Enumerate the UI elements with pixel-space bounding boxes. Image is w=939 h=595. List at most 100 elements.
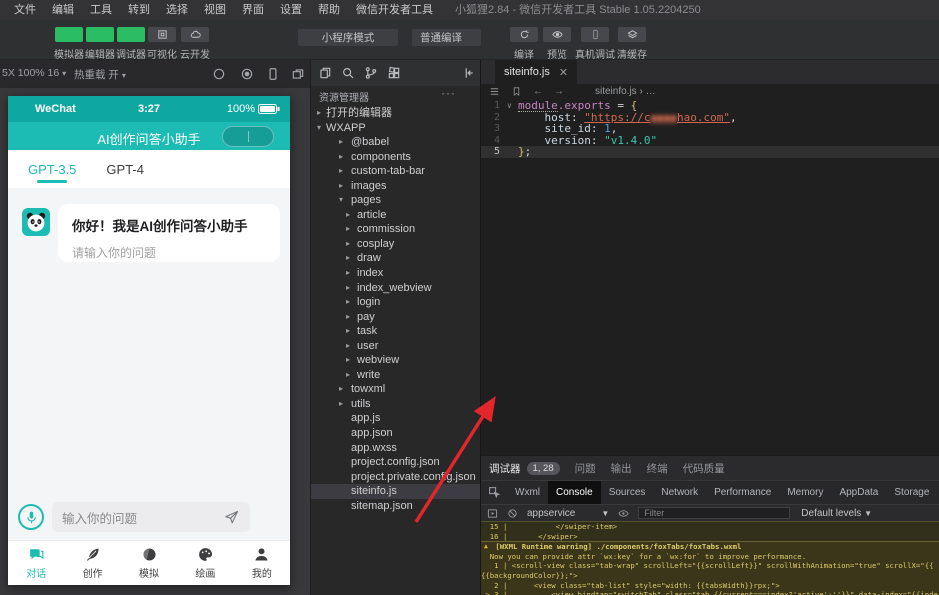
devtools-tab-console[interactable]: Console — [548, 481, 601, 504]
record-button[interactable] — [240, 67, 254, 81]
context-dropdown[interactable]: appservice▼ — [527, 508, 609, 519]
menu-item[interactable]: 微信开发者工具 — [348, 0, 441, 20]
phone-button[interactable] — [266, 67, 280, 81]
tree-item-pages[interactable]: ▾pages — [311, 193, 480, 208]
circle-button[interactable] — [212, 67, 226, 81]
bookmark-icon[interactable] — [511, 86, 522, 97]
tree-item-pay[interactable]: ▸pay — [311, 310, 480, 325]
menu-item[interactable]: 文件 — [6, 0, 44, 20]
tabbar-item[interactable]: 对话 — [8, 541, 64, 585]
menu-item[interactable]: 视图 — [196, 0, 234, 20]
tree-item-login[interactable]: ▸login — [311, 295, 480, 310]
debugger-tab-item[interactable]: 问题 — [575, 461, 596, 476]
nav-back-icon[interactable]: ← — [533, 86, 543, 97]
devtools-tab-performance[interactable]: Performance — [706, 481, 779, 504]
debugger-tab-item[interactable]: 代码质量 — [683, 461, 725, 476]
toolbar-toggle-3[interactable] — [117, 27, 145, 42]
tree-item-sitemap.json[interactable]: sitemap.json — [311, 499, 480, 514]
files-icon[interactable] — [318, 66, 332, 80]
clear-console-icon[interactable] — [507, 508, 518, 519]
tree-item-project.config.json[interactable]: project.config.json — [311, 455, 480, 470]
menu-item[interactable]: 工具 — [82, 0, 120, 20]
eye-icon[interactable] — [618, 508, 629, 519]
list-icon[interactable] — [489, 86, 500, 97]
tree-item-commission[interactable]: ▸commission — [311, 222, 480, 237]
model-tab-gpt-3.5[interactable]: GPT-3.5 — [28, 150, 76, 188]
tree-item-images[interactable]: ▸images — [311, 179, 480, 194]
search-icon[interactable] — [341, 66, 355, 80]
tree-item-towxml[interactable]: ▸towxml — [311, 382, 480, 397]
toolbar-action-3[interactable] — [581, 27, 609, 42]
toolbar-action-4[interactable] — [618, 27, 646, 42]
toolbar-toggle-1[interactable] — [55, 27, 83, 42]
voice-input-button[interactable] — [18, 504, 44, 530]
tree-item-user[interactable]: ▸user — [311, 339, 480, 354]
fold-icon[interactable]: ∨ — [507, 100, 518, 112]
tree-item-cosplay[interactable]: ▸cosplay — [311, 237, 480, 252]
tree-item-app.js[interactable]: app.js — [311, 411, 480, 426]
console-filter-input[interactable] — [638, 507, 790, 519]
more-actions-icon[interactable]: ··· — [441, 86, 456, 100]
miniprogram-capsule-menu[interactable] — [222, 126, 274, 147]
tree-item-write[interactable]: ▸write — [311, 368, 480, 383]
tree-item-custom-tab-bar[interactable]: ▸custom-tab-bar — [311, 164, 480, 179]
log-levels-dropdown[interactable]: Default levels ▼ — [801, 508, 872, 519]
menu-item[interactable]: 设置 — [272, 0, 310, 20]
toolbar-toggle-5[interactable] — [181, 27, 209, 42]
tree-item-utils[interactable]: ▸utils — [311, 397, 480, 412]
breadcrumb[interactable]: siteinfo.js › … — [595, 86, 656, 97]
nav-forward-icon[interactable]: → — [554, 86, 564, 97]
toolbar-toggle-4[interactable] — [148, 27, 176, 42]
tree-item-draw[interactable]: ▸draw — [311, 251, 480, 266]
debugger-tab-item[interactable]: 终端 — [647, 461, 668, 476]
menu-item[interactable]: 转到 — [120, 0, 158, 20]
tree-item-index[interactable]: ▸index — [311, 266, 480, 281]
code-editor[interactable]: 1∨module.exports = {2 host: "https://c◼◼… — [481, 100, 939, 158]
toolbar-action-1[interactable] — [510, 27, 538, 42]
close-icon[interactable]: ✕ — [559, 66, 568, 79]
tree-item-WXAPP[interactable]: ▾WXAPP — [311, 121, 480, 136]
question-input[interactable]: 输入你的问题 — [52, 502, 250, 532]
tree-item-components[interactable]: ▸components — [311, 150, 480, 165]
devtools-tab-appdata[interactable]: AppData — [831, 481, 886, 504]
tree-item-article[interactable]: ▸article — [311, 208, 480, 223]
tree-item-app.wxss[interactable]: app.wxss — [311, 441, 480, 456]
send-icon[interactable] — [223, 509, 240, 526]
devtools-tab-storage[interactable]: Storage — [886, 481, 937, 504]
source-control-icon[interactable] — [364, 66, 378, 80]
tabbar-item[interactable]: 创作 — [64, 541, 120, 585]
hot-reload-dropdown[interactable]: 热重载 开 ▾ — [74, 67, 126, 82]
toolbar-action-2[interactable] — [543, 27, 571, 42]
tree-item-task[interactable]: ▸task — [311, 324, 480, 339]
extensions-icon[interactable] — [387, 66, 401, 80]
tree-item-@babel[interactable]: ▸@babel — [311, 135, 480, 150]
model-tab-gpt-4[interactable]: GPT-4 — [106, 150, 144, 188]
menu-item[interactable]: 编辑 — [44, 0, 82, 20]
tree-item-webview[interactable]: ▸webview — [311, 353, 480, 368]
zoom-level-dropdown[interactable]: 5X 100% 16 ▾ — [2, 67, 66, 79]
tabbar-item[interactable]: 模拟 — [121, 541, 177, 585]
top-frame-icon[interactable] — [487, 508, 498, 519]
mode-dropdown[interactable]: 小程序模式 — [298, 29, 398, 46]
devtools-tab-sources[interactable]: Sources — [601, 481, 654, 504]
tree-item-project.private.config.json[interactable]: project.private.config.json — [311, 470, 480, 485]
tree-item-[interactable]: ▸打开的编辑器 — [311, 106, 480, 121]
tree-item-siteinfo.js[interactable]: siteinfo.js — [311, 484, 480, 499]
devtools-tab-network[interactable]: Network — [653, 481, 706, 504]
compile-config-dropdown[interactable]: 普通编译 — [412, 29, 481, 46]
tree-item-app.json[interactable]: app.json — [311, 426, 480, 441]
editor-tab-siteinfo[interactable]: siteinfo.js ✕ — [495, 60, 577, 84]
collapse-sidebar-icon[interactable] — [461, 66, 475, 80]
tabbar-item[interactable]: 我的 — [234, 541, 290, 585]
windows-button[interactable] — [291, 67, 305, 81]
menu-item[interactable]: 界面 — [234, 0, 272, 20]
devtools-tab-memory[interactable]: Memory — [779, 481, 831, 504]
tree-item-index_webview[interactable]: ▸index_webview — [311, 281, 480, 296]
toolbar-toggle-2[interactable] — [86, 27, 114, 42]
tabbar-item[interactable]: 绘画 — [177, 541, 233, 585]
debugger-tab-item[interactable]: 输出 — [611, 461, 632, 476]
menu-item[interactable]: 帮助 — [310, 0, 348, 20]
devtools-tab-wxml[interactable]: Wxml — [507, 481, 548, 504]
menu-item[interactable]: 选择 — [158, 0, 196, 20]
inspect-icon-wrap[interactable] — [481, 486, 507, 499]
